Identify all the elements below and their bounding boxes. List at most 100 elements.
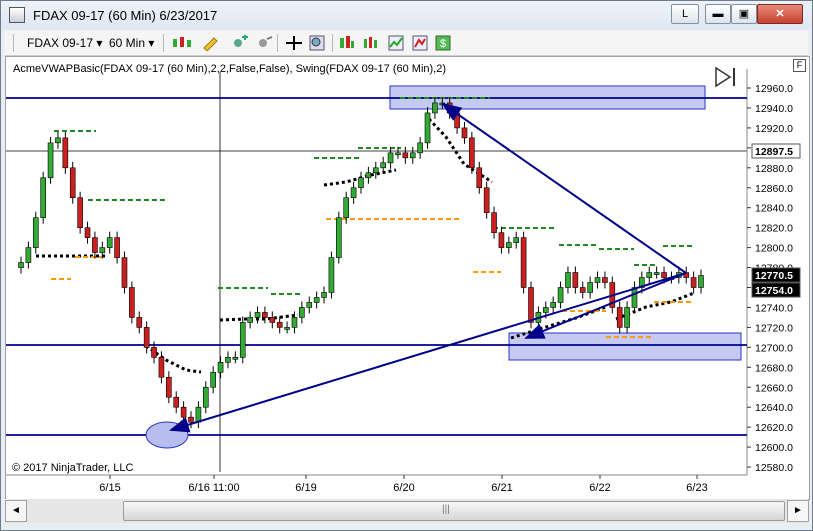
indicators-icon[interactable] [363, 35, 379, 51]
candle-body [476, 167, 483, 189]
candle-body [520, 237, 527, 288]
candle-body [247, 317, 253, 323]
maximize-button[interactable]: ▣ [731, 4, 757, 24]
pencil-draw-icon[interactable] [201, 35, 221, 51]
candle-body [321, 292, 327, 298]
chart-grid [6, 69, 748, 476]
data-series-icon[interactable] [339, 35, 355, 51]
time-tick-label: 6/20 [393, 482, 414, 494]
vwap-line [427, 117, 493, 184]
scrollbar-thumb[interactable]: ||| [123, 501, 785, 521]
strategy-icon[interactable] [412, 35, 428, 51]
title-bar[interactable]: FDAX 09-17 (60 Min) 6/23/2017 L ▬ ▣ ✕ [1, 1, 812, 29]
candle-body [173, 396, 180, 408]
candle-body [587, 282, 593, 293]
candle-body [387, 152, 394, 164]
candles-layer [18, 96, 704, 429]
candle-body [380, 162, 386, 169]
scroll-left-button[interactable]: ◄ [5, 500, 27, 522]
interval-selector[interactable]: 60 Min ▾ [109, 34, 154, 52]
price-tick-label: 12740.0 [755, 302, 793, 314]
candle-body [372, 167, 379, 174]
candle-body [358, 177, 364, 189]
chart-panel[interactable]: AcmeVWAPBasic(FDAX 09-17 (60 Min),2,2,Fa… [5, 56, 810, 500]
candle-body [84, 227, 91, 238]
candle-body [698, 275, 704, 288]
candle-body [129, 287, 135, 318]
zones-layer [389, 85, 742, 361]
price-tick-label: 12620.0 [755, 422, 793, 434]
horizontal-scrollbar[interactable]: ◄ ||| ► [5, 499, 809, 523]
time-tick-label: 6/19 [295, 482, 316, 494]
price-tick-label: 12680.0 [755, 362, 793, 374]
swing-layer [51, 97, 694, 338]
time-axis: 6/15 6/16 11:00 6/19 6/20 6/21 6/22 6/23 [99, 475, 708, 494]
candle-body [306, 302, 313, 308]
candle-body [69, 167, 76, 199]
candle-body [365, 172, 372, 179]
zoom-icon[interactable] [309, 35, 325, 51]
help-button[interactable]: L [671, 4, 699, 24]
time-tick-label: 6/15 [99, 482, 120, 494]
chart-app-icon [9, 7, 25, 23]
candle-body [661, 272, 667, 278]
candle-body [136, 317, 143, 328]
candle-body [469, 137, 475, 169]
candle-body [491, 212, 497, 233]
scroll-to-end-icon[interactable] [714, 66, 738, 88]
candle-body [395, 152, 401, 156]
bar-type-icon[interactable] [171, 35, 193, 51]
price-tick-label: 12880.0 [755, 163, 793, 175]
crosshair-plus-icon[interactable] [230, 35, 250, 51]
candle-body [631, 287, 638, 308]
price-tick-label: 12720.0 [755, 322, 793, 334]
candle-body [40, 177, 46, 218]
instrument-selector[interactable]: FDAX 09-17 ▾ [27, 34, 102, 52]
candle-body [299, 307, 305, 318]
chevron-down-icon: ▾ [96, 36, 103, 50]
candle-body [690, 277, 697, 288]
scroll-right-button[interactable]: ► [787, 500, 809, 522]
pointer-tool-icon[interactable] [255, 35, 275, 51]
candle-body [47, 142, 54, 179]
minimize-button[interactable]: ▬ [705, 4, 731, 24]
candle-body [550, 302, 556, 308]
candle-body [594, 277, 601, 283]
crosshair-icon[interactable] [284, 35, 304, 51]
candle-body [121, 257, 128, 288]
candle-body [25, 247, 32, 263]
price-tick-label: 12820.0 [755, 223, 793, 235]
candle-body [624, 307, 630, 328]
price-chart: 12960.012940.012920.012900.012880.012860… [6, 69, 801, 494]
candle-body [432, 102, 438, 114]
candle-body [528, 287, 534, 323]
price-tick-label: 12660.0 [755, 382, 793, 394]
candle-body [254, 312, 261, 318]
toolbar-grip [13, 34, 14, 52]
candle-body [195, 406, 202, 423]
candle-body [328, 257, 335, 293]
chart-style-icon[interactable] [388, 35, 404, 51]
copyright-text: © 2017 NinjaTrader, LLC [12, 462, 134, 474]
candle-body [646, 272, 653, 278]
candle-body [402, 152, 409, 159]
candle-body [572, 272, 579, 288]
close-button[interactable]: ✕ [757, 4, 803, 24]
candle-body [188, 416, 194, 423]
candle-body [18, 262, 24, 268]
candle-body [417, 142, 423, 154]
candle-body [262, 312, 268, 318]
price-tick-label: 12860.0 [755, 183, 793, 195]
toolbar-separator [277, 34, 278, 52]
candle-body [276, 322, 283, 328]
candle-body [557, 287, 564, 303]
window-title: FDAX 09-17 (60 Min) 6/23/2017 [33, 8, 218, 23]
candle-body [114, 237, 120, 258]
svg-text:$: $ [440, 38, 446, 50]
candle-body [180, 406, 187, 418]
candle-body [55, 137, 61, 144]
dollar-icon[interactable]: $ [435, 35, 451, 51]
last-price-marker-label: 12770.5 [755, 270, 793, 282]
scrollbar-grip: ||| [442, 504, 450, 515]
candle-body [542, 307, 549, 313]
